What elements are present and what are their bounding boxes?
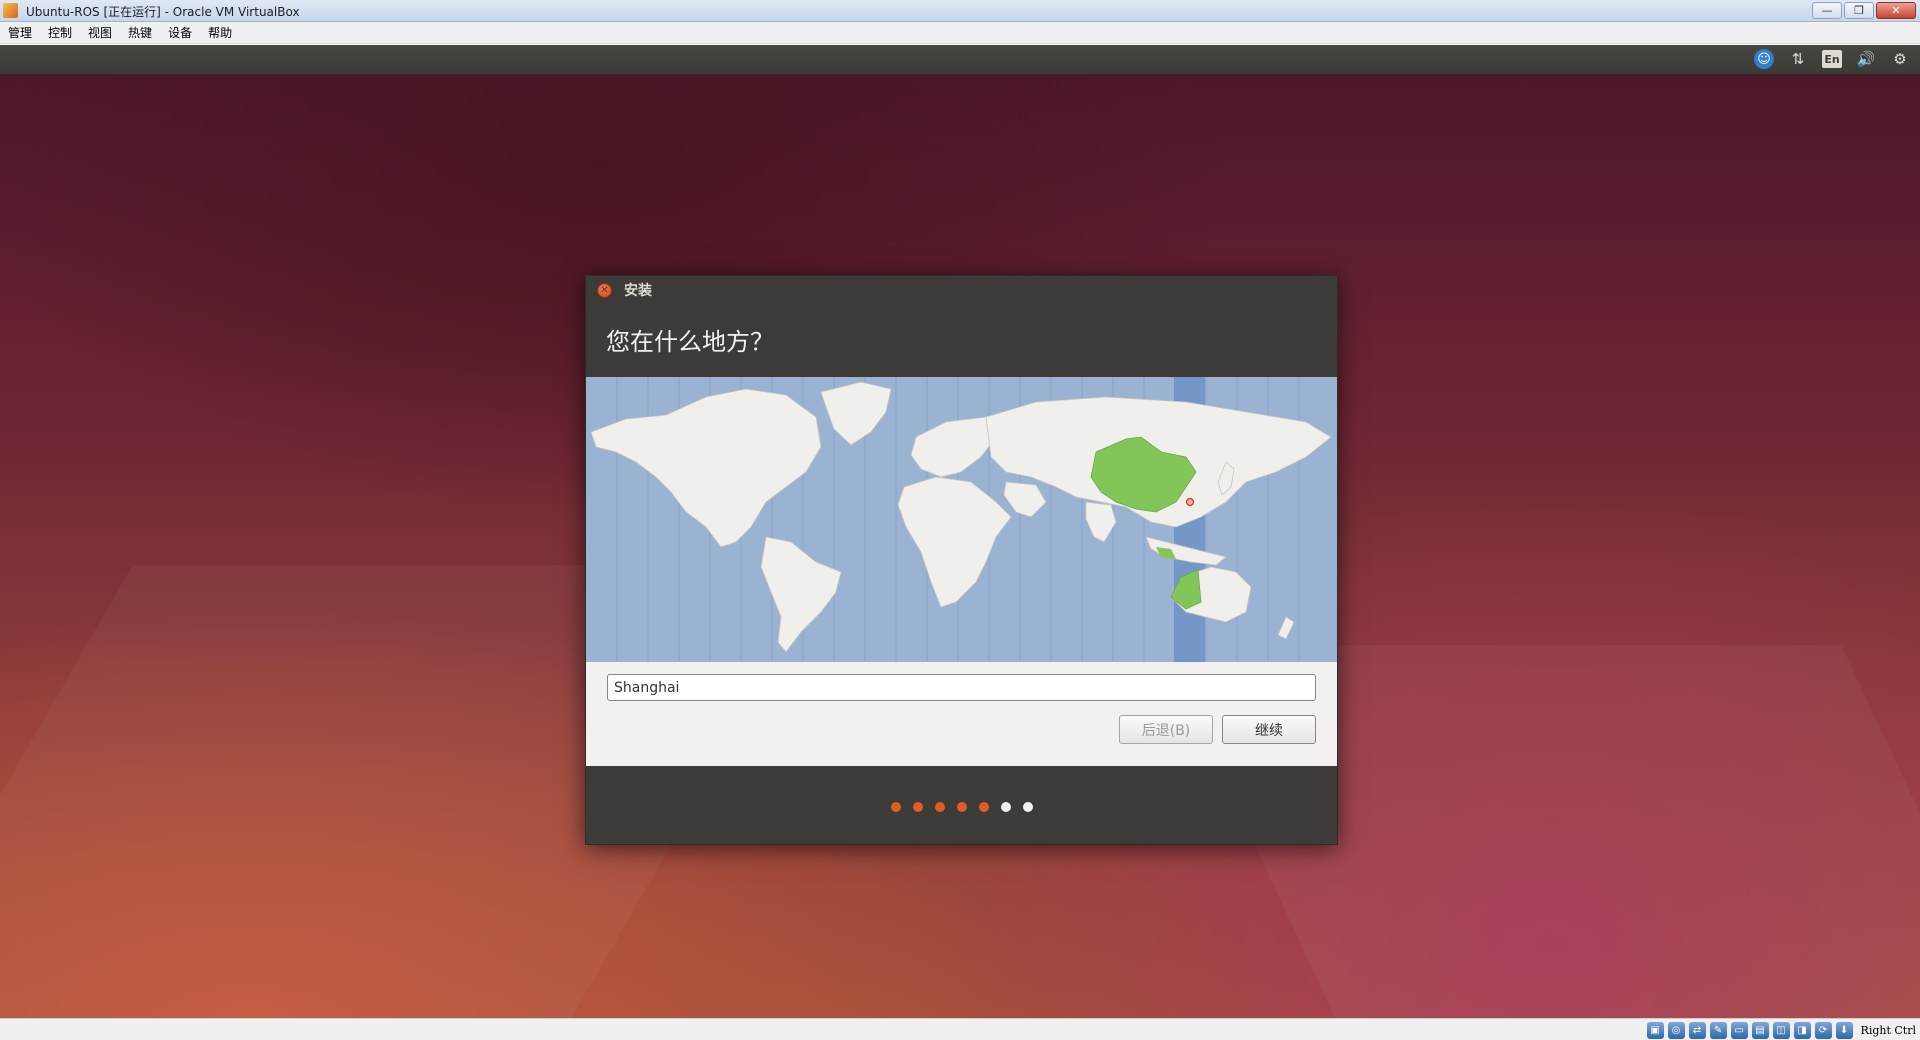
progress-dot-done	[890, 802, 901, 812]
restore-icon: ❐	[1854, 4, 1864, 17]
dialog-footer	[586, 766, 1337, 844]
network-icon[interactable]: ▤	[1751, 1021, 1769, 1039]
dialog-title: 安装	[624, 283, 652, 299]
shanghai-location-marker	[1185, 497, 1195, 507]
close-icon: ✕	[1891, 4, 1901, 17]
menu-control[interactable]: 控制	[48, 24, 72, 41]
progress-dots	[586, 802, 1337, 812]
menu-view[interactable]: 视图	[88, 24, 112, 41]
accessibility-icon[interactable]: ☺	[1754, 49, 1774, 69]
network-arrows-icon[interactable]: ⇅	[1788, 49, 1808, 69]
back-button[interactable]: 后退(B)	[1119, 715, 1213, 744]
world-map-svg	[586, 377, 1337, 662]
window-controls: — ❐ ✕	[1812, 2, 1916, 20]
window-title: Ubuntu-ROS [正在运行] - Oracle VM VirtualBox	[26, 5, 300, 19]
menu-bar: 管理 控制 视图 热键 设备 帮助	[0, 22, 1920, 44]
status-indicators: ▣ ◎ ⇄ ✎ ▭ ▤ ◫ ◨ ⟳ ⬇ Right Ctrl	[1646, 1021, 1916, 1039]
recording-icon[interactable]: ◫	[1772, 1021, 1790, 1039]
close-icon: ✕	[600, 285, 609, 296]
volume-icon[interactable]: 🔊	[1856, 49, 1876, 69]
continue-button[interactable]: 继续	[1222, 715, 1316, 744]
close-window-button[interactable]: ✕	[1876, 2, 1916, 19]
restore-button[interactable]: ❐	[1844, 2, 1874, 19]
progress-dot-done	[978, 802, 989, 812]
panel-indicators: ☺ ⇅ En 🔊 ⚙	[1754, 48, 1910, 70]
optical-drive-icon[interactable]: ◎	[1667, 1021, 1685, 1039]
guest-screen[interactable]: ☺ ⇅ En 🔊 ⚙ ✕ 安装 您在什么地方？ Shanghai 后退(B) 继…	[0, 45, 1920, 1018]
timezone-input[interactable]	[607, 674, 1316, 701]
mouse-integration-icon[interactable]: ◨	[1793, 1021, 1811, 1039]
dialog-body: 后退(B) 继续	[586, 662, 1337, 766]
host-key-label: Right Ctrl	[1860, 1023, 1916, 1037]
hard-disk-icon[interactable]: ▣	[1646, 1021, 1664, 1039]
vm-status-bar: ▣ ◎ ⇄ ✎ ▭ ▤ ◫ ◨ ⟳ ⬇ Right Ctrl	[0, 1018, 1920, 1040]
usb-icon[interactable]: ⇄	[1688, 1021, 1706, 1039]
menu-devices[interactable]: 设备	[168, 24, 192, 41]
display-icon[interactable]: ▭	[1730, 1021, 1748, 1039]
progress-dot-pending	[1000, 802, 1011, 812]
keyboard-language-indicator[interactable]: En	[1822, 50, 1842, 68]
minimize-icon: —	[1821, 4, 1833, 17]
installer-dialog: ✕ 安装 您在什么地方？ Shanghai 后退(B) 继续	[585, 275, 1338, 845]
minimize-button[interactable]: —	[1812, 2, 1842, 19]
menu-hotkeys[interactable]: 热键	[128, 24, 152, 41]
dialog-close-button[interactable]: ✕	[597, 283, 612, 298]
settings-gear-icon[interactable]: ⚙	[1890, 49, 1910, 69]
page-heading: 您在什么地方？	[606, 328, 774, 356]
virtualbox-app-icon	[3, 3, 18, 18]
progress-dot-done	[956, 802, 967, 812]
keyboard-arrow-icon[interactable]: ⬇	[1835, 1021, 1853, 1039]
progress-dot-done	[912, 802, 923, 812]
ubuntu-top-panel: ☺ ⇅ En 🔊 ⚙	[0, 45, 1920, 75]
progress-dot-done	[934, 802, 945, 812]
capture-icon[interactable]: ⟳	[1814, 1021, 1832, 1039]
progress-dot-pending	[1022, 802, 1033, 812]
window-title-bar: Ubuntu-ROS [正在运行] - Oracle VM VirtualBox…	[0, 0, 1920, 22]
menu-manage[interactable]: 管理	[8, 24, 32, 41]
menu-help[interactable]: 帮助	[208, 24, 232, 41]
dialog-header: ✕ 安装 您在什么地方？	[586, 276, 1337, 377]
timezone-map[interactable]	[586, 377, 1337, 662]
shared-folder-icon[interactable]: ✎	[1709, 1021, 1727, 1039]
